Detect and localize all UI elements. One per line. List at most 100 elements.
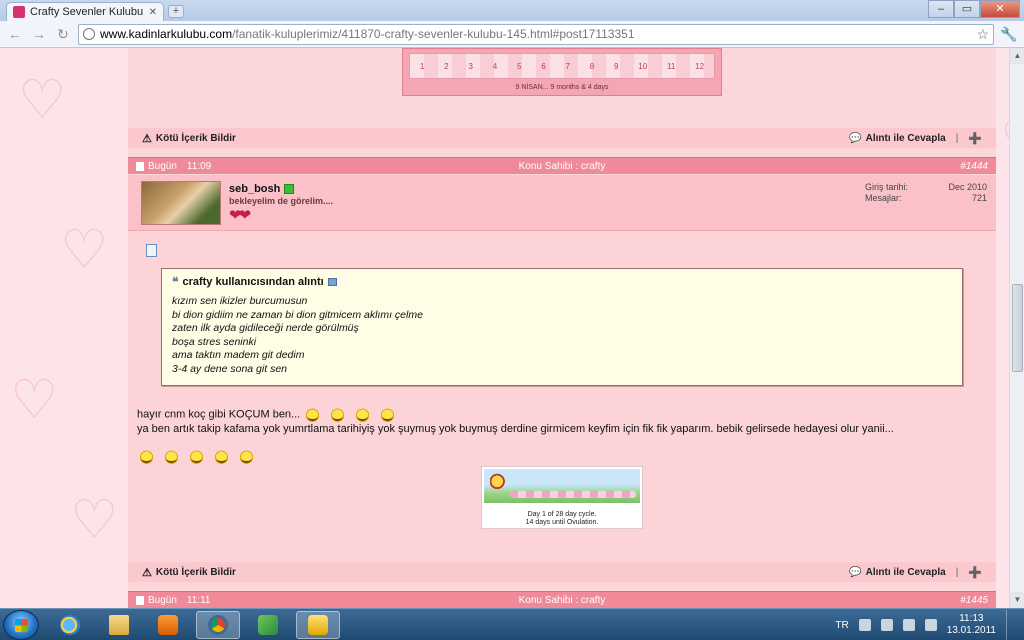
- minimize-button[interactable]: –: [928, 0, 954, 18]
- reload-icon[interactable]: ↻: [54, 25, 72, 43]
- post-number-link[interactable]: #1445: [960, 595, 988, 606]
- cycle-ticker[interactable]: Day 1 of 28 day cycle. 14 days until Ovu…: [481, 466, 643, 529]
- multi-quote-icon[interactable]: ➕: [968, 566, 982, 579]
- taskbar-messenger-button[interactable]: [296, 611, 340, 639]
- close-window-button[interactable]: ✕: [980, 0, 1020, 18]
- url-path: /fanatik-kuluplerimiz/411870-crafty-seve…: [232, 27, 635, 41]
- separator: |: [955, 566, 959, 578]
- title-bar: Crafty Sevenler Kulubu ✕ + – ▭ ✕: [0, 0, 1024, 21]
- report-link[interactable]: Kötü İçerik Bildir: [156, 133, 236, 144]
- background-heart-icon: ♡: [70, 490, 119, 550]
- stat-label: Mesajlar:: [865, 193, 902, 203]
- volume-icon[interactable]: [924, 619, 937, 631]
- butterfly-icon: [490, 473, 508, 497]
- quote-header: ❝ crafty kullanıcısından alıntı: [172, 275, 337, 289]
- multi-quote-icon[interactable]: ➕: [968, 132, 982, 145]
- message-text: hayır cnm koç gibi KOÇUM ben... ya ben a…: [137, 407, 987, 437]
- system-tray: TR 11:13 13.01.2011: [835, 609, 1018, 640]
- ticker-line-1: Day 1 of 28 day cycle.: [527, 511, 597, 518]
- taskbar-media-button[interactable]: [146, 611, 190, 639]
- avatar[interactable]: [141, 181, 221, 225]
- scroll-down-icon[interactable]: ▼: [1010, 592, 1024, 608]
- thread-owner: Konu Sahibi : crafty: [518, 594, 606, 606]
- ticker-scene: [484, 469, 640, 503]
- maximize-button[interactable]: ▭: [954, 0, 980, 18]
- taskbar: TR 11:13 13.01.2011: [0, 608, 1024, 640]
- quote-line: kızım sen ikizler burcumusun: [172, 295, 308, 307]
- bookmark-star-icon[interactable]: ☆: [976, 26, 989, 43]
- browser-toolbar: ← → ↻ www.kadinlarkulubu.com/fanatik-kul…: [0, 21, 1024, 48]
- browser-tab[interactable]: Crafty Sevenler Kulubu ✕: [6, 2, 164, 21]
- taskbar-chrome-button[interactable]: [196, 611, 240, 639]
- network-icon: [258, 615, 278, 635]
- ruler-tick: 7: [565, 61, 570, 71]
- scroll-thumb[interactable]: [1012, 284, 1023, 372]
- user-info-bar: seb_bosh bekleyelim de görelim.... ❤❤ Gi…: [128, 175, 996, 231]
- url-host: www.kadinlarkulubu.com: [100, 27, 233, 41]
- signature-banner: 1 2 3 4 5 6 7 8 9 10 11 12 9 NİSAN... 9 months & 4 …: [402, 48, 722, 96]
- report-link[interactable]: Kötü İçerik Bildir: [156, 567, 236, 578]
- smiley-icon: [328, 407, 348, 422]
- post-body: ❝ crafty kullanıcısından alıntı kızım se…: [128, 231, 996, 561]
- warning-icon: ⚠: [142, 132, 152, 145]
- taskbar-ie-button[interactable]: [48, 611, 92, 639]
- smiley-row: [137, 449, 262, 464]
- scroll-up-icon[interactable]: ▲: [1010, 48, 1024, 64]
- taskbar-explorer-button[interactable]: [97, 611, 141, 639]
- quote-reply-link[interactable]: Alıntı ile Cevapla: [866, 567, 946, 578]
- message-line-1: hayır cnm koç gibi KOÇUM ben...: [137, 408, 301, 421]
- view-post-icon[interactable]: [327, 278, 337, 286]
- show-desktop-button[interactable]: [1006, 610, 1018, 640]
- background-heart-icon: ♡: [10, 370, 59, 430]
- taskbar-network-button[interactable]: [246, 611, 290, 639]
- username-link[interactable]: seb_bosh: [229, 183, 295, 195]
- ruler-tick: 9: [614, 61, 619, 71]
- forward-arrow-icon[interactable]: →: [30, 25, 48, 43]
- back-arrow-icon[interactable]: ←: [6, 25, 24, 43]
- user-title: bekleyelim de görelim....: [229, 196, 334, 206]
- separator: |: [955, 132, 959, 144]
- warning-icon: ⚠: [142, 566, 152, 579]
- tray-arrow-icon[interactable]: [858, 619, 871, 631]
- stat-posts: Mesajlar: 721: [865, 193, 987, 204]
- quote-reply-link[interactable]: Alıntı ile Cevapla: [866, 133, 946, 144]
- hearts-icon: ❤❤: [229, 207, 251, 224]
- ruler-tick: 1: [419, 61, 425, 71]
- chrome-icon: [208, 615, 228, 635]
- clock[interactable]: 11:13 13.01.2011: [947, 613, 996, 637]
- start-button[interactable]: [3, 610, 39, 640]
- post-day: Bugün: [148, 594, 177, 606]
- smiley-icon: [237, 449, 256, 464]
- forum-thread: 1 2 3 4 5 6 7 8 9 10 11 12 9 NİSAN... 9 months & 4 …: [128, 48, 996, 608]
- signature-ruler: 1 2 3 4 5 6 7 8 9 10 11 12: [409, 53, 715, 79]
- username[interactable]: seb_bosh: [229, 183, 280, 195]
- ruler-tick: 3: [468, 61, 473, 71]
- tab-title: Crafty Sevenler Kulubu: [30, 6, 144, 18]
- background-heart-icon: ♡: [18, 70, 67, 130]
- flag-icon[interactable]: [880, 619, 893, 631]
- url-text[interactable]: www.kadinlarkulubu.com/fanatik-kulupleri…: [100, 27, 971, 41]
- background-heart-icon: ♡: [1000, 108, 1009, 171]
- media-player-icon: [158, 615, 178, 635]
- folder-icon: [109, 615, 129, 635]
- language-indicator[interactable]: TR: [835, 620, 848, 631]
- internet-explorer-icon: [60, 615, 80, 635]
- background-heart-icon: ♡: [60, 220, 109, 280]
- network-tray-icon[interactable]: [902, 619, 915, 631]
- ruler-tick: 12: [695, 61, 705, 71]
- vertical-scrollbar[interactable]: ▲ ▼: [1009, 48, 1024, 608]
- ruler-tick: 8: [589, 61, 595, 71]
- new-tab-button[interactable]: +: [168, 5, 184, 18]
- stat-value: 721: [971, 193, 987, 203]
- post-number-link[interactable]: #1444: [960, 161, 988, 172]
- thread-owner: Konu Sahibi : crafty: [518, 160, 606, 172]
- clock-date: 13.01.2011: [946, 625, 996, 636]
- close-tab-icon[interactable]: ✕: [149, 7, 157, 18]
- wrench-menu-icon[interactable]: 🔧: [1000, 26, 1018, 43]
- post-icon: [146, 244, 157, 257]
- address-bar[interactable]: www.kadinlarkulubu.com/fanatik-kulupleri…: [78, 23, 994, 45]
- post-document-icon: [136, 161, 144, 171]
- ticker-progress-bar: [510, 491, 636, 498]
- quote-bubble-icon: 💬: [849, 132, 862, 144]
- quote-line: zaten ilk ayda gidileceği nerde görülmüş: [172, 322, 359, 335]
